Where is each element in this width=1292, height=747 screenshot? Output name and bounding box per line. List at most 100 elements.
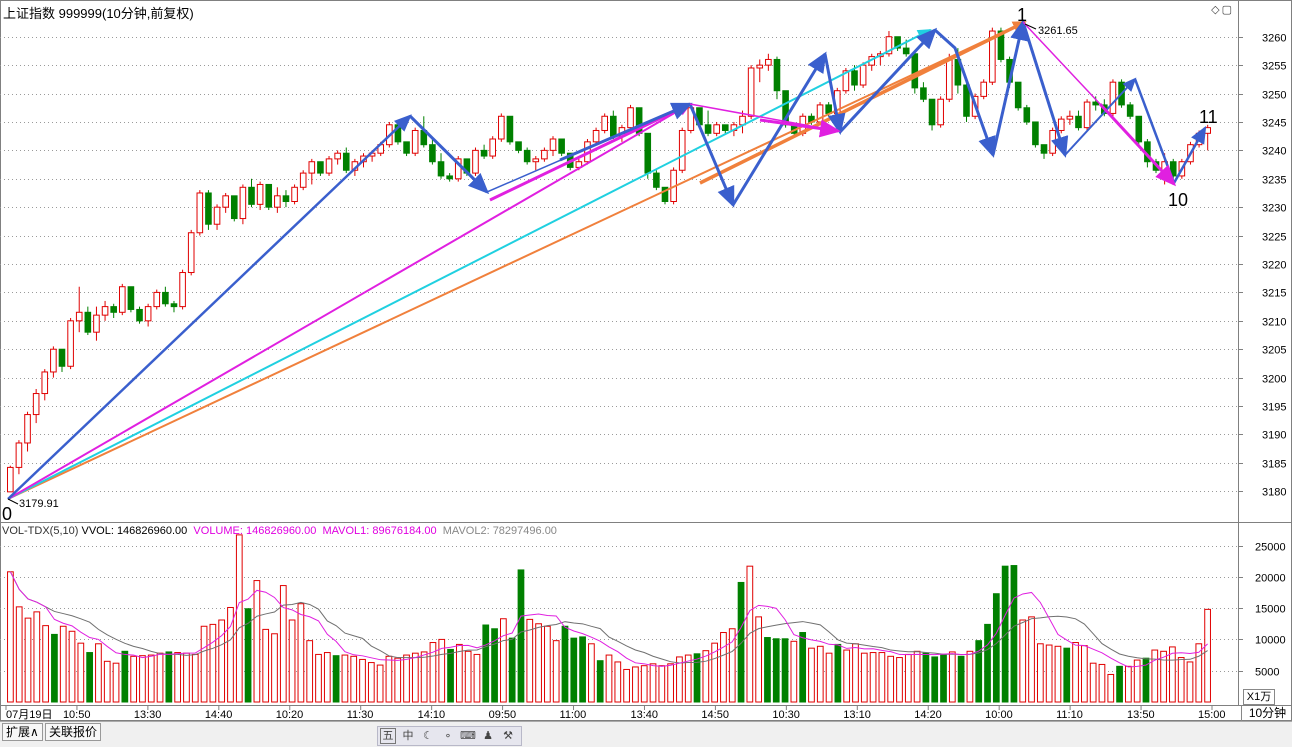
volume-bar <box>367 662 375 703</box>
candle-down <box>928 98 936 126</box>
volume-bar <box>341 654 349 703</box>
volume-bar <box>869 652 877 703</box>
candle-down <box>911 53 919 89</box>
price-tick-label: 3205 <box>1262 345 1286 357</box>
chinese-mode-icon[interactable]: 中 <box>400 728 416 744</box>
volume-bar <box>984 623 991 703</box>
price-tick-label: 3190 <box>1262 430 1286 442</box>
volume-tick-label: 5000 <box>1255 667 1279 679</box>
candle-up <box>1057 118 1065 131</box>
volume-bar <box>473 653 481 703</box>
volume-bar <box>103 660 111 703</box>
candle-down <box>902 47 910 55</box>
candle-down <box>773 58 781 92</box>
volume-bar <box>781 638 789 703</box>
candle-down <box>1126 104 1134 117</box>
candle-up <box>213 206 221 225</box>
candle-down <box>515 141 522 151</box>
volume-bar <box>605 654 613 703</box>
candle-down <box>1032 121 1039 146</box>
candle-up <box>334 152 341 160</box>
volume-bar <box>596 660 604 703</box>
volume-bar <box>1107 673 1115 703</box>
candle-down <box>136 308 143 322</box>
volume-bar <box>1063 647 1071 703</box>
volume-bar <box>517 569 525 703</box>
candle-down <box>437 161 445 177</box>
candle-up <box>411 129 419 154</box>
tab-expand[interactable]: 扩展∧ <box>2 723 43 741</box>
price-tick-label: 3195 <box>1262 402 1286 414</box>
point-label-0: 0 <box>2 504 12 524</box>
high-value-label: 3261.65 <box>1038 25 1078 37</box>
price-tick-label: 3200 <box>1262 374 1286 386</box>
time-tick-label: 11:30 <box>347 709 374 721</box>
volume-bar <box>191 653 199 703</box>
time-tick-label: 07月19日 <box>6 709 52 721</box>
price-tick-label: 3235 <box>1262 175 1286 187</box>
candle-up <box>1066 115 1074 120</box>
user-icon[interactable]: ♟ <box>480 728 496 744</box>
volume-bar <box>500 618 507 703</box>
settings-wrench-icon[interactable]: ⚒ <box>500 728 516 744</box>
volume-bar <box>535 623 542 703</box>
price-tick-label: 3245 <box>1262 118 1286 130</box>
volume-bar <box>1028 616 1035 703</box>
candle-up <box>179 272 186 308</box>
window-controls-icon[interactable]: ◇▢ <box>1211 3 1234 16</box>
volume-bar <box>1186 661 1194 703</box>
five-stroke-input-icon[interactable]: 五 <box>380 728 396 744</box>
volume-bar <box>1169 646 1176 703</box>
candle-down <box>644 132 652 174</box>
keyboard-icon[interactable]: ⌨ <box>460 728 476 744</box>
candle-down <box>653 172 660 188</box>
volume-value: VOLUME: 146826960.00 <box>193 525 317 537</box>
volume-bar <box>693 653 701 703</box>
period-selector[interactable]: 10分钟 <box>1241 705 1292 721</box>
candle-up <box>41 371 49 395</box>
price-tick-label: 3230 <box>1262 203 1286 215</box>
candle-down <box>230 195 238 220</box>
candle-up <box>601 115 608 131</box>
volume-bar <box>121 650 129 703</box>
volume-bar <box>948 651 956 703</box>
volume-bar <box>77 642 85 703</box>
volume-bar <box>623 668 630 703</box>
time-tick-label: 14:40 <box>205 709 233 721</box>
candle-down <box>1075 115 1082 129</box>
volume-bar <box>649 663 657 703</box>
volume-bar <box>931 656 939 703</box>
candle-down <box>317 161 324 174</box>
candle-down <box>610 115 617 137</box>
candle-down <box>265 183 273 208</box>
punctuation-icon[interactable]: ∘ <box>440 728 456 744</box>
candle-up <box>765 58 772 66</box>
volume-bar <box>878 652 886 703</box>
volume-bar <box>235 534 243 703</box>
candle-up <box>187 232 195 274</box>
volume-bar <box>95 643 102 703</box>
volume-bar <box>720 632 727 703</box>
volume-bar <box>403 654 410 703</box>
volume-bar <box>667 663 674 703</box>
candle-up <box>274 195 281 208</box>
candle-up <box>93 314 100 333</box>
volume-bar <box>1177 657 1185 703</box>
half-width-moon-icon[interactable]: ☾ <box>420 728 436 744</box>
time-tick-label: 10:30 <box>772 709 800 721</box>
candle-up <box>153 291 161 308</box>
volume-bar <box>1151 649 1159 703</box>
volume-bar <box>112 662 120 703</box>
time-tick-label: 13:50 <box>1127 709 1155 721</box>
candle-down <box>84 311 92 333</box>
volume-bar <box>816 645 824 703</box>
volume-bar <box>922 652 930 703</box>
candle-up <box>1049 129 1056 154</box>
volume-bar <box>15 606 23 703</box>
tab-linked-quotes[interactable]: 关联报价 <box>45 723 102 741</box>
volume-bar <box>772 638 780 703</box>
candle-down <box>1040 144 1048 154</box>
candle-up <box>937 98 944 126</box>
time-tick-label: 14:10 <box>418 709 446 721</box>
volume-indicator-title[interactable]: VOL-TDX(5,10) <box>2 525 78 537</box>
